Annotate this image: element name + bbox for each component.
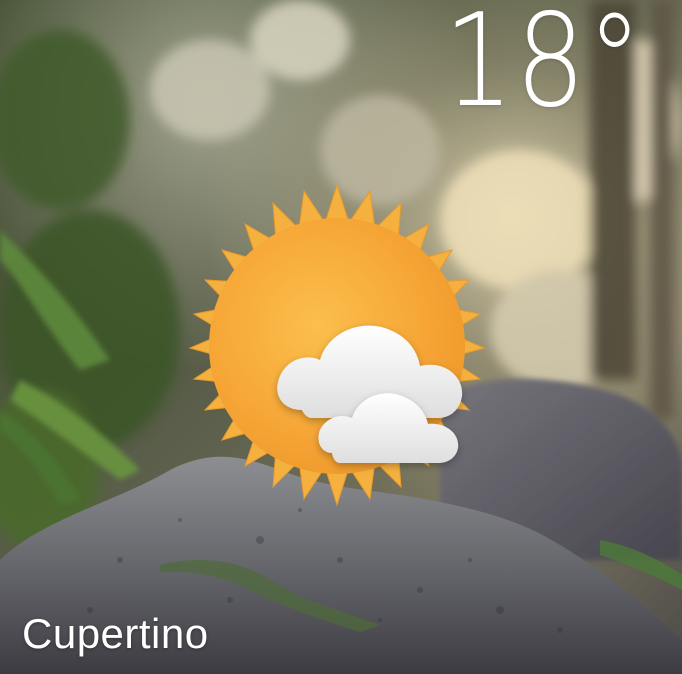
city-name: Cupertino xyxy=(22,610,209,657)
partly-cloudy-sun-icon xyxy=(162,178,512,528)
temperature-reading: 18° xyxy=(443,0,644,136)
weather-widget[interactable]: 18° Cupertino xyxy=(0,0,682,674)
